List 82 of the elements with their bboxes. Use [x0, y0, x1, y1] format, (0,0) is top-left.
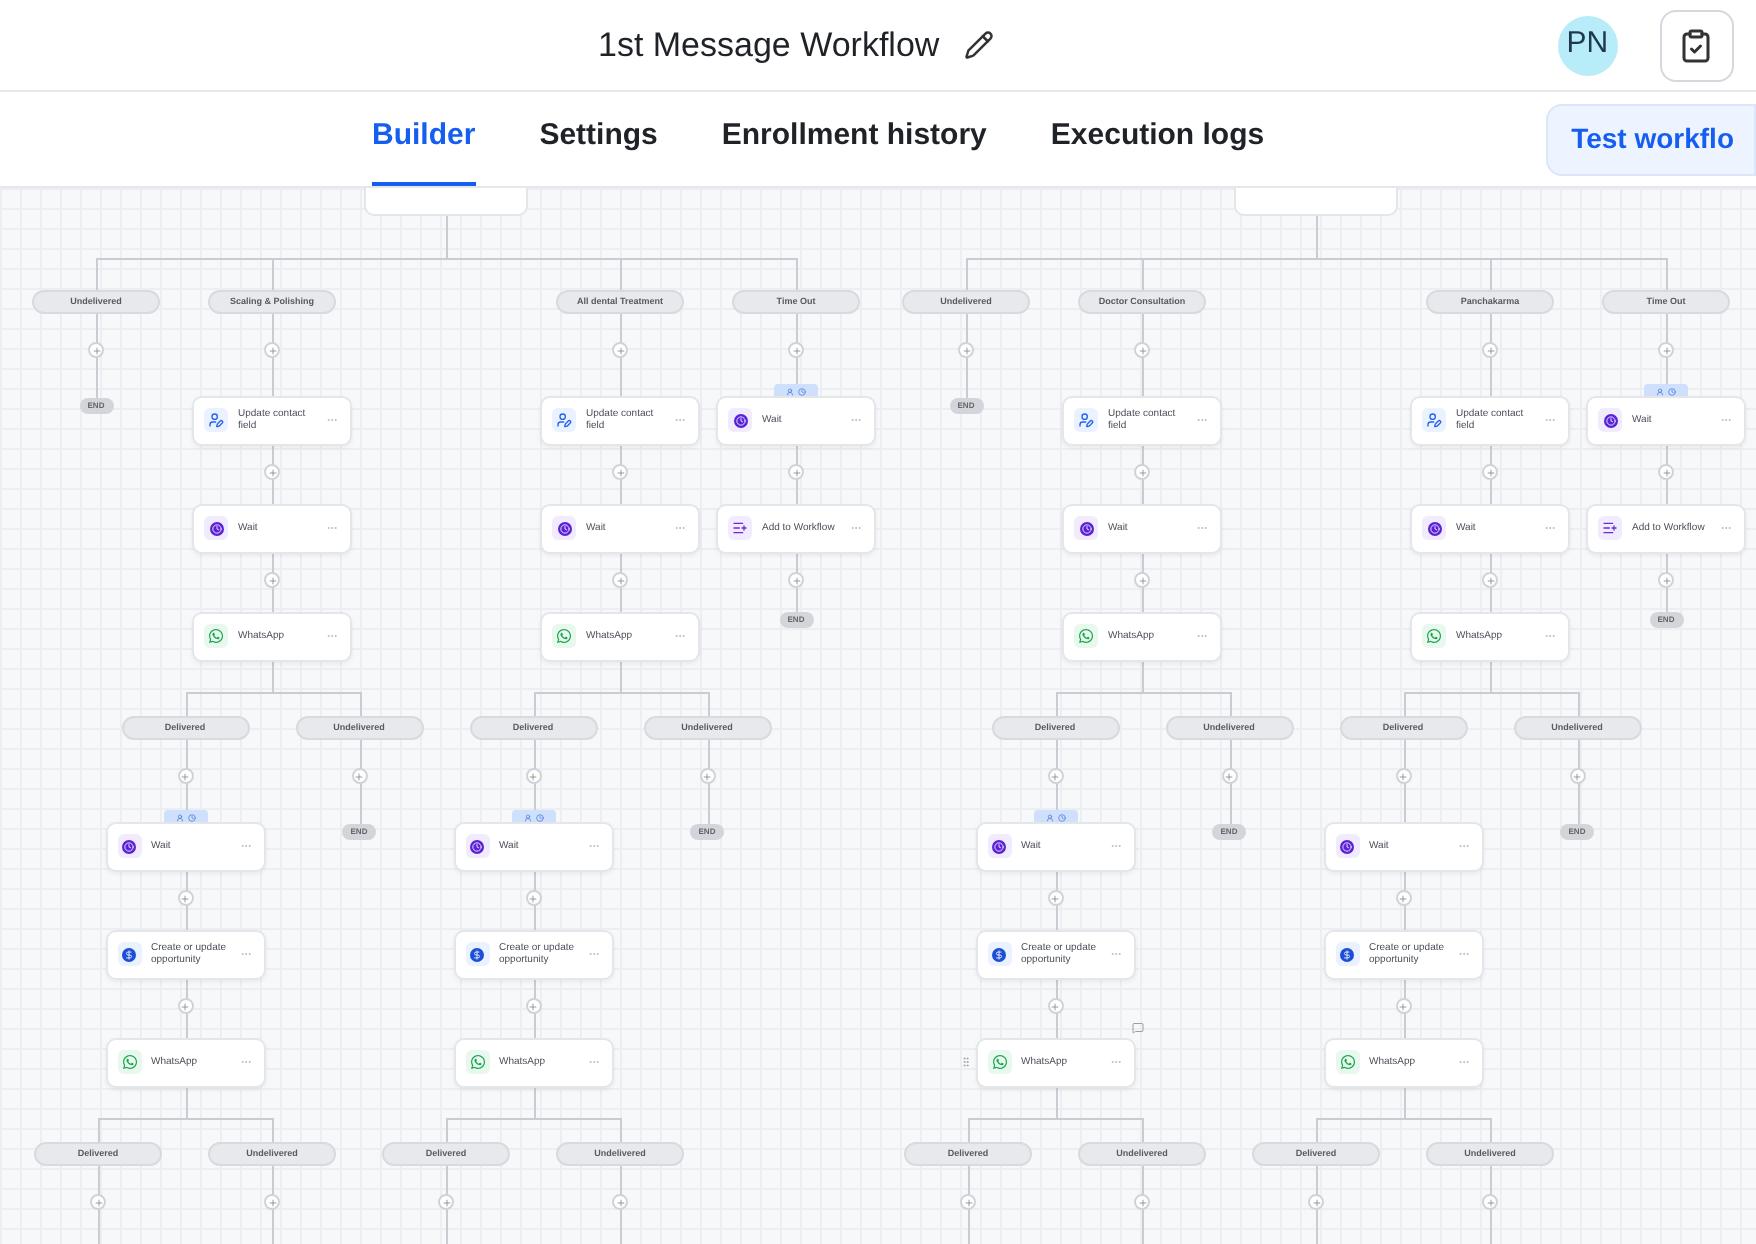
add-step-button[interactable] — [1134, 342, 1150, 358]
add-step-button[interactable] — [1047, 998, 1063, 1014]
add-step-button[interactable] — [960, 1194, 976, 1210]
add-step-button[interactable] — [1658, 464, 1674, 480]
add-step-button[interactable] — [525, 890, 541, 906]
add-step-button[interactable] — [177, 768, 193, 784]
clock-icon — [204, 516, 228, 540]
add-step-button[interactable] — [1482, 1194, 1498, 1210]
add-step-button[interactable] — [1221, 768, 1237, 784]
whatsapp-icon — [1422, 624, 1446, 648]
add-step-button[interactable] — [177, 890, 193, 906]
whatsapp-icon — [1074, 624, 1098, 648]
add-step-button[interactable] — [525, 768, 541, 784]
add-step-button[interactable] — [1482, 572, 1498, 588]
add-step-button[interactable] — [1134, 1194, 1150, 1210]
add-step-button[interactable] — [90, 1194, 106, 1210]
clipboard-check-icon — [1678, 27, 1715, 63]
add-step-button[interactable] — [264, 464, 280, 480]
list-plus-icon — [728, 516, 752, 540]
comment-icon[interactable] — [1131, 1022, 1143, 1034]
dollar-icon — [1335, 942, 1359, 966]
clock-icon — [552, 516, 576, 540]
add-step-button[interactable] — [88, 342, 104, 358]
add-step-button[interactable] — [1569, 768, 1585, 784]
clock-icon — [1335, 834, 1359, 858]
add-step-button[interactable] — [264, 1194, 280, 1210]
add-step-button[interactable] — [1482, 342, 1498, 358]
add-step-button[interactable] — [525, 998, 541, 1014]
add-step-button[interactable] — [438, 1194, 454, 1210]
clock-icon — [465, 834, 489, 858]
list-plus-icon — [1598, 516, 1622, 540]
add-step-button[interactable] — [1047, 768, 1063, 784]
add-step-button[interactable] — [958, 342, 974, 358]
whatsapp-icon — [117, 1050, 141, 1074]
whatsapp-icon — [1335, 1050, 1359, 1074]
user-edit-icon — [1422, 408, 1446, 432]
clock-icon — [1074, 516, 1098, 540]
add-step-button[interactable] — [177, 998, 193, 1014]
whatsapp-icon — [987, 1050, 1011, 1074]
whatsapp-icon — [552, 624, 576, 648]
dollar-icon — [465, 942, 489, 966]
clock-icon — [1422, 516, 1446, 540]
add-step-button[interactable] — [788, 464, 804, 480]
add-step-button[interactable] — [788, 572, 804, 588]
clock-icon — [117, 834, 141, 858]
user-edit-icon — [552, 408, 576, 432]
add-step-button[interactable] — [1658, 572, 1674, 588]
add-step-button[interactable] — [1395, 998, 1411, 1014]
avatar[interactable]: PN — [1557, 15, 1618, 75]
tab[interactable]: Settings — [539, 92, 658, 186]
user-edit-icon — [204, 408, 228, 432]
add-step-button[interactable] — [1482, 464, 1498, 480]
dollar-icon — [987, 942, 1011, 966]
whatsapp-icon — [204, 624, 228, 648]
user-edit-icon — [1074, 408, 1098, 432]
tab[interactable]: Execution logs — [1050, 92, 1265, 186]
add-step-button[interactable] — [1308, 1194, 1324, 1210]
add-step-button[interactable] — [1395, 768, 1411, 784]
dollar-icon — [117, 942, 141, 966]
add-step-button[interactable] — [264, 572, 280, 588]
add-step-button[interactable] — [1658, 342, 1674, 358]
add-step-button[interactable] — [612, 572, 628, 588]
add-step-button[interactable] — [351, 768, 367, 784]
add-step-button[interactable] — [612, 1194, 628, 1210]
add-step-button[interactable] — [699, 768, 715, 784]
edit-icon[interactable] — [963, 30, 994, 60]
add-step-button[interactable] — [1395, 890, 1411, 906]
clock-icon — [728, 408, 752, 432]
add-step-button[interactable] — [612, 342, 628, 358]
tab[interactable]: Enrollment history — [721, 92, 987, 186]
whatsapp-icon — [465, 1050, 489, 1074]
test-workflow-button[interactable]: Test workflo — [1545, 103, 1756, 175]
add-step-button[interactable] — [1134, 464, 1150, 480]
add-step-button[interactable] — [1047, 890, 1063, 906]
workflow-title: 1st Message Workflow — [598, 23, 940, 68]
clock-icon — [987, 834, 1011, 858]
add-step-button[interactable] — [788, 342, 804, 358]
add-step-button[interactable] — [264, 342, 280, 358]
clipboard-button[interactable] — [1659, 9, 1734, 81]
add-step-button[interactable] — [612, 464, 628, 480]
add-step-button[interactable] — [1134, 572, 1150, 588]
clock-icon — [1598, 408, 1622, 432]
